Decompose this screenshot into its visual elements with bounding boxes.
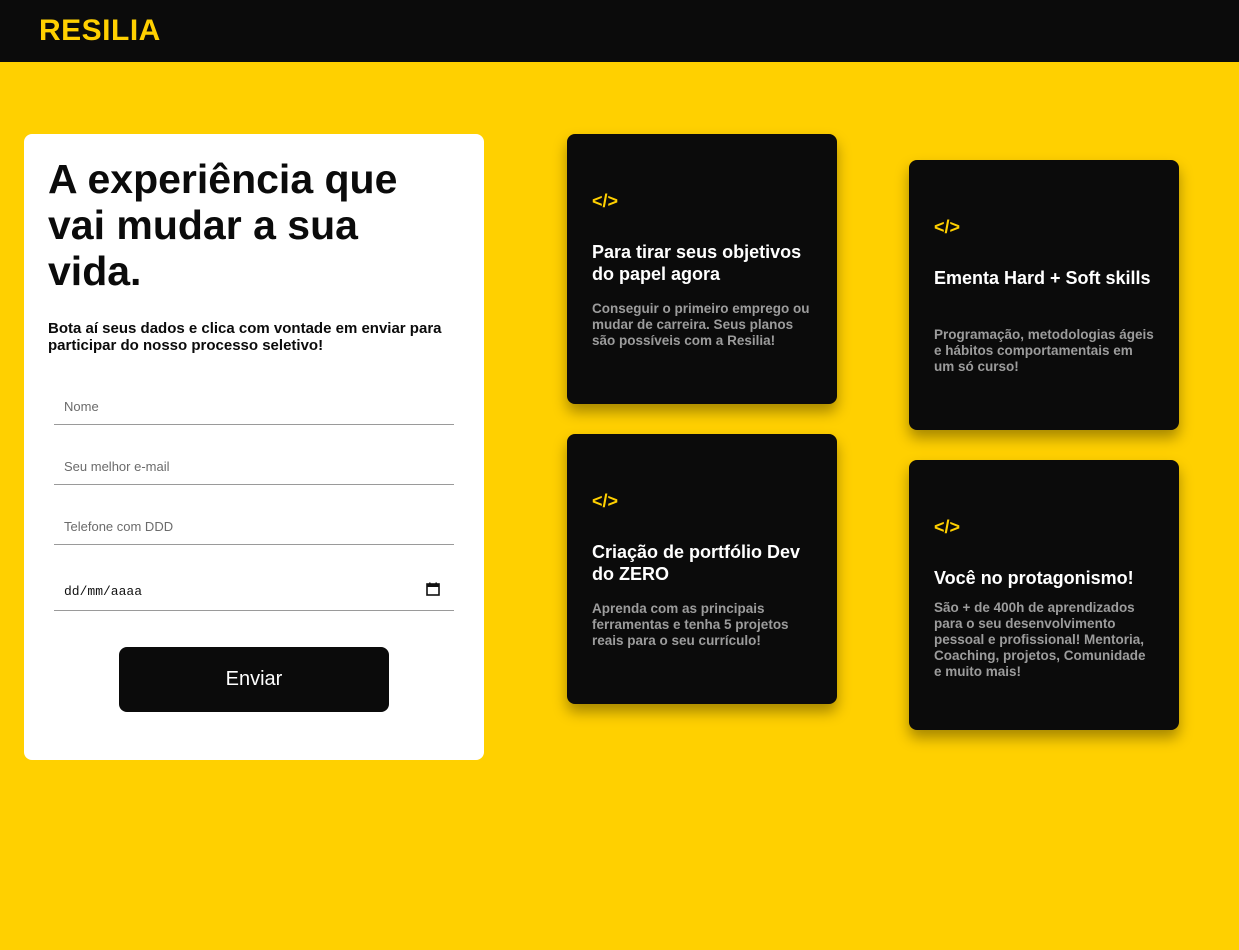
submit-button[interactable]: Enviar xyxy=(119,647,389,712)
resilia-logo[interactable]: RESILIA xyxy=(39,13,161,49)
code-icon: </> xyxy=(592,191,619,211)
feature-text: Aprenda com as principais ferramentas e … xyxy=(592,601,789,648)
form-description: Bota aí seus dados e clica com vontade e… xyxy=(48,320,442,354)
feature-text: São + de 400h de aprendizados para o seu… xyxy=(934,600,1146,679)
feature-title: Para tirar seus objetivos do papel agora xyxy=(592,242,802,284)
feature-title: Ementa Hard + Soft skills xyxy=(934,268,1151,288)
name-input[interactable] xyxy=(54,389,454,425)
signup-form-card: A experiência que vai mudar a sua vida. … xyxy=(24,134,484,760)
code-icon: </> xyxy=(592,491,619,511)
top-header: RESILIA xyxy=(0,0,1239,62)
date-placeholder: dd/mm/aaaa xyxy=(64,584,143,599)
feature-card-hard-soft-skills: </> Ementa Hard + Soft skills Programaçã… xyxy=(909,160,1179,430)
feature-card-portfolio: </> Criação de portfólio Dev do ZERO Apr… xyxy=(567,434,837,704)
email-input[interactable] xyxy=(54,449,454,485)
feature-title: Criação de portfólio Dev do ZERO xyxy=(592,542,801,584)
code-icon: </> xyxy=(934,217,961,237)
code-icon: </> xyxy=(934,517,961,537)
page-title: A experiência que vai mudar a sua vida. xyxy=(48,156,398,294)
phone-input[interactable] xyxy=(54,509,454,545)
calendar-icon[interactable] xyxy=(426,582,440,596)
feature-card-objectives: </> Para tirar seus objetivos do papel a… xyxy=(567,134,837,404)
feature-card-protagonism: </> Você no protagonismo! São + de 400h … xyxy=(909,460,1179,730)
feature-text: Conseguir o primeiro emprego ou mudar de… xyxy=(592,301,810,348)
feature-title: Você no protagonismo! xyxy=(934,568,1134,588)
feature-text: Programação, metodologias ágeis e hábito… xyxy=(934,327,1154,374)
birthdate-input[interactable]: dd/mm/aaaa xyxy=(54,572,454,611)
